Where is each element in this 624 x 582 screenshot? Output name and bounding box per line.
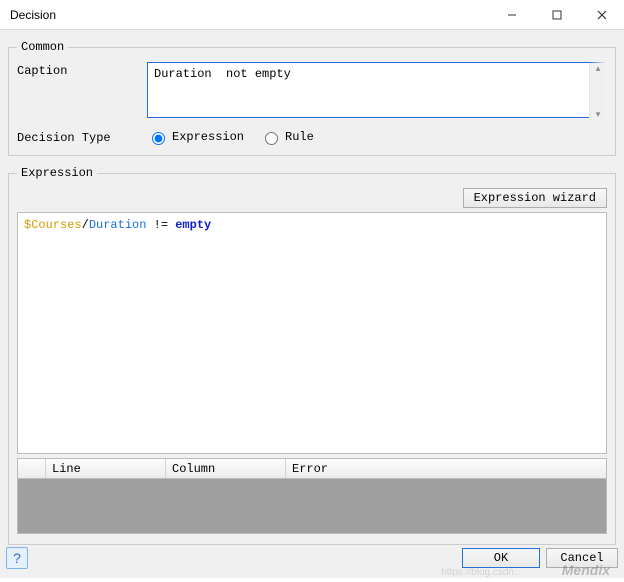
radio-rule[interactable]: Rule (260, 129, 314, 145)
scroll-down-icon[interactable]: ▾ (596, 109, 601, 120)
token-slash: / (82, 218, 89, 232)
help-icon: ? (13, 550, 21, 566)
decision-type-label: Decision Type (17, 129, 147, 145)
error-col-line[interactable]: Line (46, 459, 166, 478)
caption-scrollbar[interactable]: ▴ ▾ (589, 63, 606, 120)
token-keyword: empty (175, 218, 211, 232)
minimize-button[interactable] (489, 0, 534, 30)
token-attribute: Duration (89, 218, 147, 232)
radio-rule-label: Rule (285, 130, 314, 144)
decision-type-row: Decision Type Expression Rule (17, 129, 607, 145)
token-variable: $Courses (24, 218, 82, 232)
radio-rule-input[interactable] (265, 132, 278, 145)
scroll-up-icon[interactable]: ▴ (596, 63, 601, 74)
error-col-column[interactable]: Column (166, 459, 286, 478)
error-table-header: Line Column Error (18, 459, 606, 479)
expression-group: Expression Expression wizard $Courses/Du… (8, 166, 616, 545)
error-table-body (18, 479, 606, 533)
titlebar: Decision (0, 0, 624, 30)
expression-editor[interactable]: $Courses/Duration != empty (17, 212, 607, 454)
caption-row: Caption ▴ ▾ (17, 62, 607, 121)
close-button[interactable] (579, 0, 624, 30)
caption-input[interactable] (147, 62, 607, 118)
maximize-button[interactable] (534, 0, 579, 30)
caption-label: Caption (17, 62, 147, 78)
help-button[interactable]: ? (6, 547, 28, 569)
expression-wizard-button[interactable]: Expression wizard (463, 188, 607, 208)
expression-legend: Expression (17, 166, 97, 180)
window-title: Decision (0, 8, 489, 22)
token-operator: != (146, 218, 175, 232)
error-col-icon[interactable] (18, 459, 46, 478)
radio-expression[interactable]: Expression (147, 129, 244, 145)
radio-expression-label: Expression (172, 130, 244, 144)
error-col-error[interactable]: Error (286, 459, 606, 478)
dialog-footer: ? OK Cancel (6, 544, 618, 572)
error-table: Line Column Error (17, 458, 607, 534)
cancel-button[interactable]: Cancel (546, 548, 618, 568)
common-legend: Common (17, 40, 68, 54)
radio-expression-input[interactable] (152, 132, 165, 145)
dialog-body: Common Caption ▴ ▾ Decision Type Express… (0, 30, 624, 578)
ok-button[interactable]: OK (462, 548, 540, 568)
common-group: Common Caption ▴ ▾ Decision Type Express… (8, 40, 616, 156)
